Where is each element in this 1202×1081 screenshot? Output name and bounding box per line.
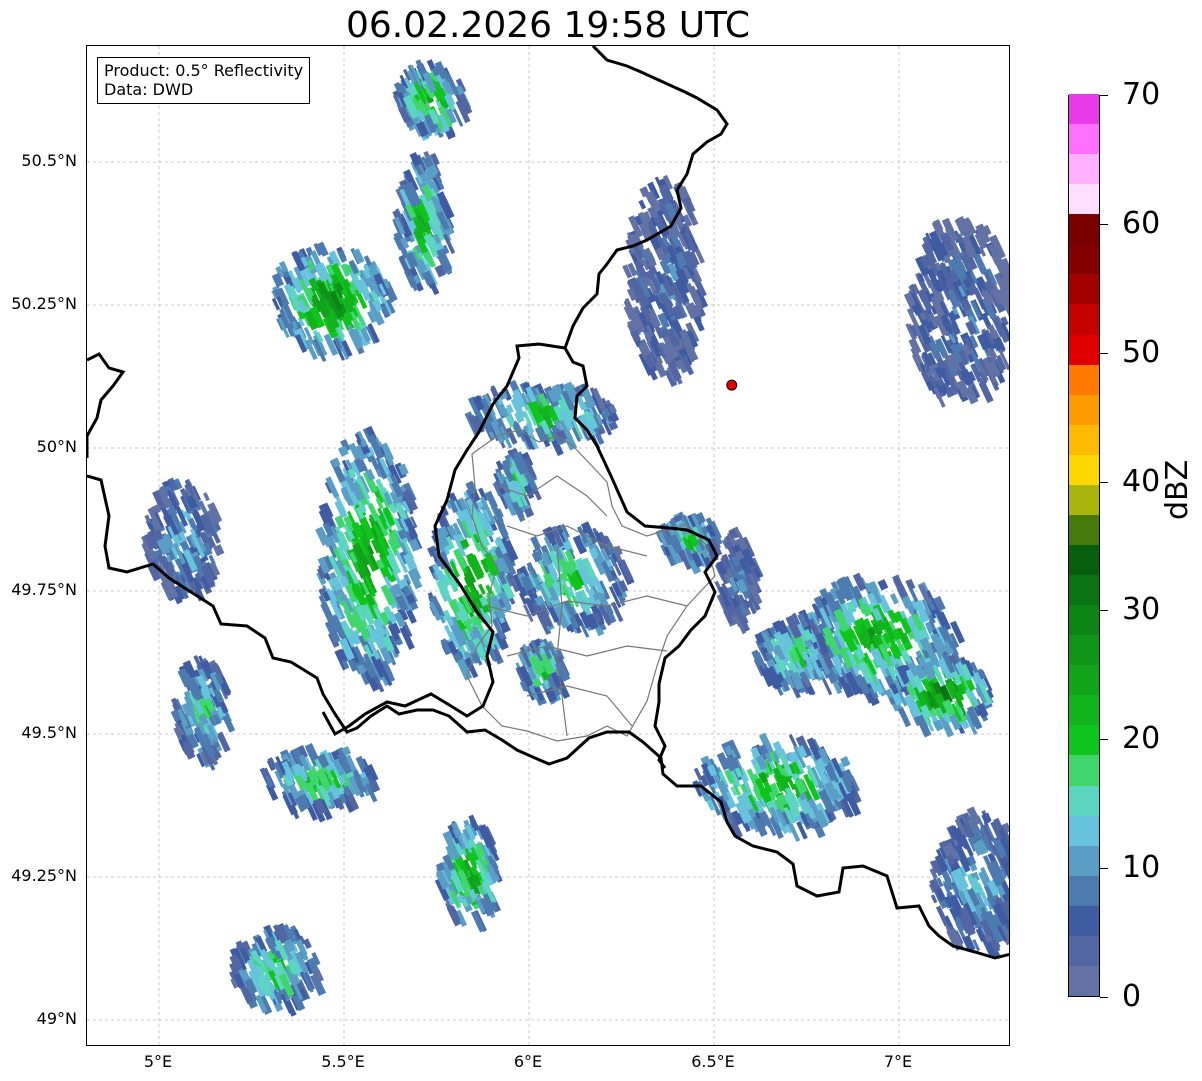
lat-tick-label: 49.75°N	[11, 580, 77, 599]
colorbar-tick-mark	[1100, 481, 1108, 483]
colorbar	[1068, 93, 1100, 997]
colorbar-segment	[1069, 965, 1099, 996]
precip-pixel	[478, 583, 486, 595]
precip-pixel	[638, 199, 647, 210]
colorbar-segment	[1069, 424, 1099, 455]
lon-tick-label: 5°E	[143, 1052, 173, 1071]
border-be-de-lu	[87, 352, 126, 458]
colorbar-segment	[1069, 845, 1099, 876]
precip-pixel	[203, 492, 210, 502]
colorbar-segment	[1069, 303, 1099, 335]
colorbar-segment	[1069, 875, 1099, 906]
precip-cell	[392, 150, 456, 296]
precip-pixel	[530, 535, 542, 550]
colorbar-segment	[1069, 153, 1099, 185]
colorbar-segment	[1069, 273, 1099, 305]
radar-map[interactable]	[86, 45, 1010, 1046]
precip-pixel	[877, 578, 889, 591]
lon-tick-label: 6.5°E	[691, 1052, 735, 1071]
precip-pixel	[890, 593, 899, 605]
colorbar-segment	[1069, 604, 1099, 636]
colorbar-unit-label: dBZ	[1160, 459, 1195, 520]
precip-cell	[622, 174, 709, 388]
lat-tick-label: 50.25°N	[11, 294, 77, 313]
precip-cell	[511, 521, 635, 638]
colorbar-segment	[1069, 574, 1099, 606]
precip-cell	[692, 732, 862, 842]
precip-cell	[170, 655, 236, 771]
colorbar-tick-label: 60	[1122, 205, 1161, 241]
product-label: Product: 0.5° Reflectivity	[104, 61, 304, 80]
colorbar-segment	[1069, 454, 1099, 485]
colorbar-segment	[1069, 785, 1099, 816]
colorbar-segment	[1069, 935, 1099, 966]
lat-tick-label: 50°N	[36, 437, 77, 456]
precip-cell	[271, 241, 398, 363]
colorbar-segment	[1069, 93, 1099, 125]
lon-tick-label: 7°E	[883, 1052, 913, 1071]
colorbar-segment	[1069, 243, 1099, 275]
colorbar-segment	[1069, 664, 1099, 696]
lat-tick-label: 50.5°N	[21, 151, 77, 170]
colorbar-tick-label: 70	[1122, 77, 1161, 112]
colorbar-segment	[1069, 724, 1099, 756]
precip-cell	[392, 59, 473, 142]
lat-tick-label: 49.25°N	[11, 866, 77, 885]
colorbar-tick-mark	[1100, 352, 1108, 354]
colorbar-segment	[1069, 364, 1099, 395]
precip-cell	[903, 216, 1009, 408]
radar-map-canvas	[87, 46, 1011, 1045]
colorbar-segment	[1069, 394, 1099, 425]
colorbar-segment	[1069, 694, 1099, 726]
colorbar-segment	[1069, 544, 1099, 576]
colorbar-tick-mark	[1100, 997, 1108, 998]
colorbar-tick-label: 10	[1122, 850, 1161, 886]
colorbar-tick-label: 50	[1122, 334, 1161, 370]
precip-cell	[315, 425, 423, 693]
radar-site-marker[interactable]	[726, 379, 738, 391]
country-borders	[87, 46, 1009, 960]
colorbar-tick-label: 30	[1122, 592, 1161, 628]
colorbar-segment	[1069, 213, 1099, 245]
precip-pixel	[978, 380, 994, 404]
colorbar-tick-label: 0	[1122, 979, 1142, 1014]
colorbar-segment	[1069, 183, 1099, 215]
precip-pixel	[693, 767, 703, 781]
precip-cell	[259, 742, 381, 823]
product-info-box: Product: 0.5° Reflectivity Data: DWD	[97, 57, 311, 104]
colorbar-segment	[1069, 754, 1099, 786]
colorbar-segment	[1069, 514, 1099, 545]
map-title: 06.02.2026 19:58 UTC	[345, 5, 751, 46]
lat-tick-label: 49.5°N	[21, 723, 77, 742]
colorbar-segment	[1069, 484, 1099, 515]
colorbar-tick-mark	[1100, 223, 1108, 225]
colorbar-segment	[1069, 123, 1099, 155]
colorbar-tick-mark	[1100, 95, 1108, 96]
lon-tick-label: 6°E	[513, 1052, 543, 1071]
precip-cell	[229, 922, 327, 1017]
lon-tick-label: 5.5°E	[321, 1052, 365, 1071]
colorbar-tick-label: 20	[1122, 721, 1161, 757]
colorbar-segment	[1069, 334, 1099, 365]
colorbar-segment	[1069, 634, 1099, 666]
colorbar-tick-mark	[1100, 739, 1108, 741]
colorbar-segment	[1069, 905, 1099, 936]
precip-cell	[434, 814, 503, 933]
colorbar-tick-mark	[1100, 610, 1108, 612]
precip-pixel	[1010, 867, 1011, 884]
precip-pixel	[897, 706, 912, 728]
colorbar-tick-mark	[1100, 868, 1108, 870]
colorbar-segment	[1069, 815, 1099, 846]
data-source-label: Data: DWD	[104, 80, 194, 99]
lat-tick-label: 49°N	[36, 1009, 77, 1028]
colorbar-tick-label: 40	[1122, 463, 1161, 499]
